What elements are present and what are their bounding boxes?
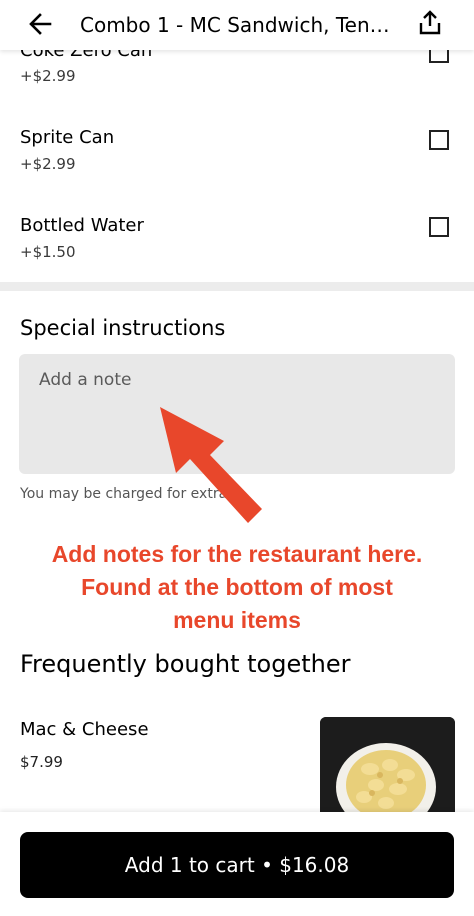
add-to-cart-button[interactable]: Add 1 to cart • $16.08	[20, 832, 454, 898]
page-title: Combo 1 - MC Sandwich, Tenders	[80, 13, 395, 37]
annotation-text: Add notes for the restaurant here. Found…	[0, 538, 474, 637]
option-name: Sprite Can	[20, 127, 115, 148]
section-divider	[0, 282, 474, 291]
annotation-line: menu items	[173, 607, 301, 633]
option-price: +$2.99	[20, 155, 76, 173]
option-row[interactable]: Bottled Water +$1.50	[20, 214, 460, 274]
cart-footer: Add 1 to cart • $16.08	[0, 812, 474, 916]
option-price: +$1.50	[20, 243, 76, 261]
top-bar: Combo 1 - MC Sandwich, Tenders	[0, 0, 474, 50]
option-checkbox[interactable]	[429, 130, 449, 150]
frequently-bought-title: Frequently bought together	[20, 650, 351, 678]
option-price: +$2.99	[20, 67, 76, 85]
annotation-line: Found at the bottom of most	[81, 574, 393, 600]
item-name[interactable]: Mac & Cheese	[20, 718, 149, 742]
mac-and-cheese-image	[320, 717, 455, 817]
special-instructions-title: Special instructions	[20, 316, 226, 340]
item-price: $7.99	[20, 753, 63, 771]
option-checkbox[interactable]	[429, 217, 449, 237]
back-button[interactable]	[28, 11, 62, 37]
option-row[interactable]: Sprite Can +$2.99	[20, 126, 460, 186]
option-name: Bottled Water	[20, 215, 144, 236]
item-image[interactable]	[320, 717, 455, 817]
share-icon	[419, 10, 441, 35]
share-button[interactable]	[417, 9, 443, 37]
annotation-arrow-icon	[160, 407, 262, 523]
annotation-line: Add notes for the restaurant here.	[51, 541, 423, 567]
arrow-left-icon	[29, 13, 52, 35]
